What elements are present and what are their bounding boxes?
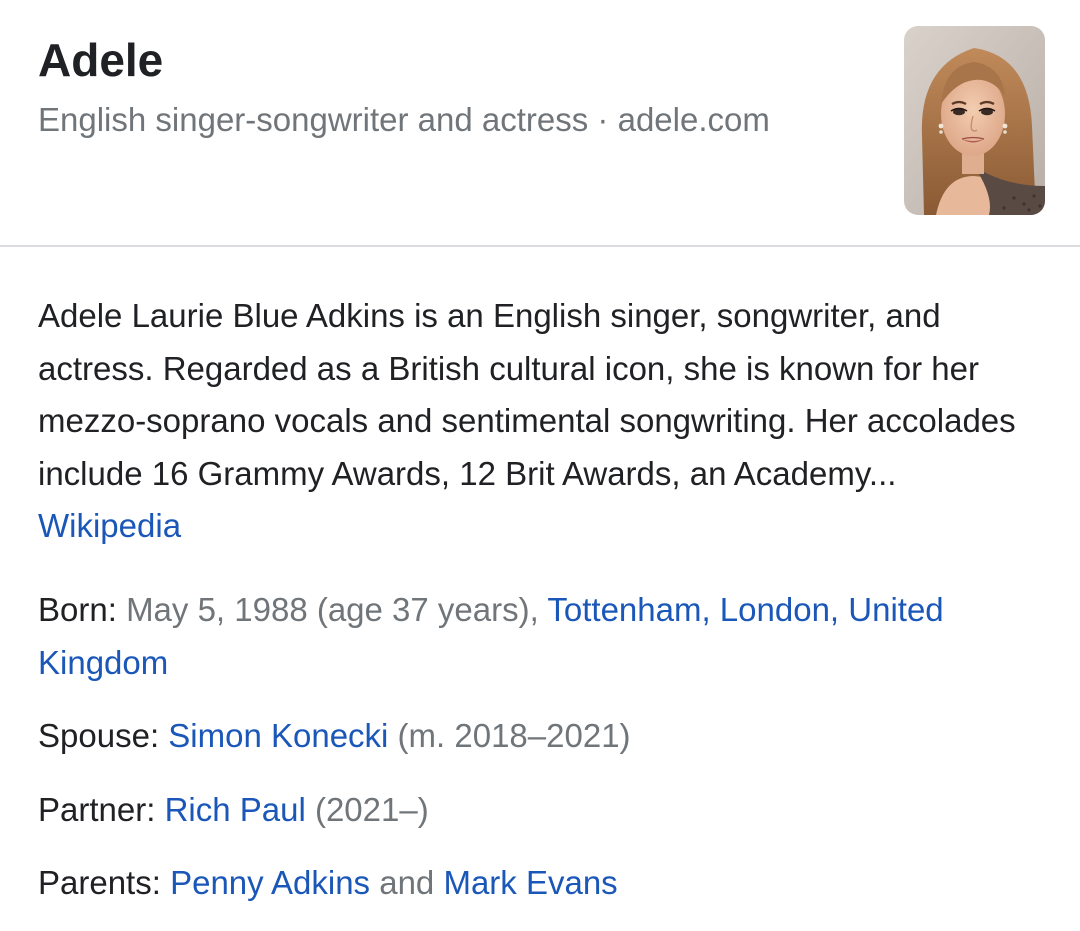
fact-colon: : — [146, 790, 165, 828]
fact-born: Born: May 5, 1988 (age 37 years), Totten… — [38, 584, 1048, 689]
entity-description-paragraph: Adele Laurie Blue Adkins is an English s… — [38, 290, 1048, 553]
fact-label-parents: Parents — [38, 864, 152, 901]
parent-link-mother[interactable]: Penny Adkins — [170, 864, 370, 901]
fact-label-spouse: Spouse — [38, 717, 150, 754]
fact-label-born: Born — [38, 591, 108, 628]
fact-parents: Parents: Penny Adkins and Mark Evans — [38, 857, 1048, 910]
fact-colon: : — [149, 717, 169, 754]
entity-thumbnail[interactable] — [904, 26, 1045, 215]
entity-subtitle: English singer-songwriter and actress · … — [38, 98, 770, 142]
fact-label-partner: Partner — [38, 790, 147, 828]
entity-description: English singer-songwriter and actress — [38, 101, 589, 138]
spouse-detail: (m. 2018–2021) — [388, 717, 631, 754]
facts-list: Born: May 5, 1988 (age 37 years), Totten… — [38, 584, 1048, 910]
fact-colon: : — [151, 864, 171, 901]
knowledge-panel-header: Adele English singer-songwriter and actr… — [0, 0, 1080, 246]
fact-spouse: Spouse: Simon Konecki (m. 2018–2021) — [38, 710, 1048, 763]
entity-title: Adele — [38, 34, 164, 86]
partner-link[interactable]: Rich Paul — [165, 791, 306, 828]
spouse-link[interactable]: Simon Konecki — [168, 717, 388, 754]
wikipedia-link[interactable]: Wikipedia — [38, 507, 181, 544]
fact-partner: Partner: Rich Paul (2021–) — [38, 784, 1048, 837]
parents-conjunction: and — [370, 864, 444, 901]
description-text: Adele Laurie Blue Adkins is an English s… — [38, 297, 1016, 492]
fact-colon: : — [107, 591, 127, 628]
website-link[interactable]: adele.com — [618, 101, 770, 138]
subtitle-separator: · — [588, 101, 618, 138]
partner-detail: (2021–) — [305, 790, 429, 828]
parent-link-father[interactable]: Mark Evans — [443, 864, 617, 901]
portrait-image — [904, 26, 1045, 215]
born-date: May 5, 1988 (age 37 years), — [126, 591, 548, 628]
section-divider — [0, 245, 1080, 247]
